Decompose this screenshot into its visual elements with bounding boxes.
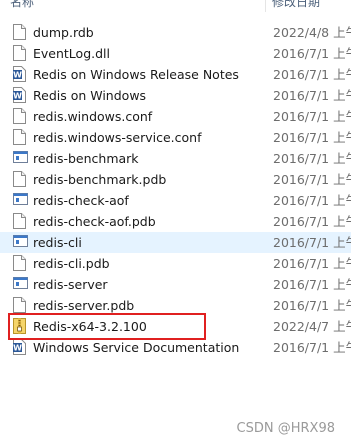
file-row[interactable]: redis-server 2016/7/1 上午 — [0, 274, 351, 295]
file-modified-date: 2016/7/1 上午 — [273, 109, 351, 124]
file-name: EventLog.dll — [33, 46, 110, 61]
file-icon — [13, 108, 26, 124]
file-modified-date: 2016/7/1 上午 — [273, 340, 351, 355]
file-row[interactable]: redis-benchmark 2016/7/1 上午 — [0, 148, 351, 169]
file-name: redis-server.pdb — [33, 298, 135, 313]
svg-text:W: W — [13, 344, 22, 353]
svg-text:W: W — [13, 71, 22, 80]
file-modified-date: 2016/7/1 上午 — [273, 130, 351, 145]
file-modified-date: 2016/7/1 上午 — [273, 214, 351, 229]
column-header: 名称 修改日期 — [0, 0, 351, 12]
file-name: redis-check-aof.pdb — [33, 214, 156, 229]
application-icon — [13, 276, 28, 292]
file-modified-date: 2016/7/1 上午 — [273, 256, 351, 271]
file-icon — [13, 129, 26, 145]
file-modified-date: 2016/7/1 上午 — [273, 151, 351, 166]
file-modified-date: 2016/7/1 上午 — [273, 277, 351, 292]
file-name: redis-benchmark.pdb — [33, 172, 167, 187]
file-row[interactable]: redis-benchmark.pdb 2016/7/1 上午 — [0, 169, 351, 190]
word-document-icon: W — [13, 66, 26, 82]
file-row[interactable]: redis-server.pdb 2016/7/1 上午 — [0, 295, 351, 316]
file-name: dump.rdb — [33, 25, 94, 40]
file-row[interactable]: redis-cli 2016/7/1 上午 — [0, 232, 351, 253]
file-icon — [13, 255, 26, 271]
file-name: redis-server — [33, 277, 108, 292]
file-name: redis-check-aof — [33, 193, 129, 208]
svg-text:W: W — [13, 92, 22, 101]
file-modified-date: 2016/7/1 上午 — [273, 235, 351, 250]
file-row[interactable]: redis.windows.conf 2016/7/1 上午 — [0, 106, 351, 127]
file-modified-date: 2016/7/1 上午 — [273, 193, 351, 208]
file-modified-date: 2016/7/1 上午 — [273, 88, 351, 103]
file-row[interactable]: redis-check-aof 2016/7/1 上午 — [0, 190, 351, 211]
file-modified-date: 2016/7/1 上午 — [273, 298, 351, 313]
file-icon — [13, 45, 26, 61]
file-modified-date: 2016/7/1 上午 — [273, 172, 351, 187]
file-icon — [13, 213, 26, 229]
file-name: Windows Service Documentation — [33, 340, 240, 355]
word-document-icon: W — [13, 87, 26, 103]
file-name: redis-cli — [33, 235, 82, 250]
column-header-date[interactable]: 修改日期 — [272, 0, 320, 10]
file-name: redis.windows-service.conf — [33, 130, 202, 145]
column-header-name[interactable]: 名称 — [10, 0, 34, 10]
column-divider[interactable] — [265, 0, 266, 12]
file-modified-date: 2016/7/1 上午 — [273, 46, 351, 61]
application-icon — [13, 234, 28, 250]
file-modified-date: 2016/7/1 上午 — [273, 67, 351, 82]
zip-archive-icon — [13, 318, 26, 334]
file-row[interactable]: Redis-x64-3.2.100 2022/4/7 上午 — [0, 316, 351, 337]
file-row[interactable]: redis.windows-service.conf 2016/7/1 上午 — [0, 127, 351, 148]
file-name: redis-benchmark — [33, 151, 139, 166]
file-name: redis-cli.pdb — [33, 256, 110, 271]
file-icon — [13, 24, 26, 40]
file-list: dump.rdb 2022/4/8 上午1 EventLog.dll 2016/7/1… — [0, 22, 351, 358]
file-explorer: 名称 修改日期 dump.rdb 2022/4/8 上午1 EventLog.dll… — [0, 0, 351, 446]
word-document-icon: W — [13, 339, 26, 355]
file-modified-date: 2022/4/8 上午1 — [273, 25, 351, 40]
application-icon — [13, 192, 28, 208]
file-name: Redis on Windows — [33, 88, 147, 103]
file-icon — [13, 297, 26, 313]
watermark: CSDN @HRX98 — [236, 421, 335, 436]
file-row[interactable]: dump.rdb 2022/4/8 上午1 — [0, 22, 351, 43]
file-name: redis.windows.conf — [33, 109, 153, 124]
file-row[interactable]: EventLog.dll 2016/7/1 上午 — [0, 43, 351, 64]
file-icon — [13, 171, 26, 187]
file-row[interactable]: W Windows Service Documentation 2016/7/1 上… — [0, 337, 351, 358]
file-row[interactable]: W Redis on Windows 2016/7/1 上午 — [0, 85, 351, 106]
file-name: Redis-x64-3.2.100 — [33, 319, 147, 334]
file-modified-date: 2022/4/7 上午 — [273, 319, 351, 334]
file-row[interactable]: W Redis on Windows Release Notes 2016/7/1 … — [0, 64, 351, 85]
file-name: Redis on Windows Release Notes — [33, 67, 239, 82]
file-row[interactable]: redis-check-aof.pdb 2016/7/1 上午 — [0, 211, 351, 232]
file-row[interactable]: redis-cli.pdb 2016/7/1 上午 — [0, 253, 351, 274]
application-icon — [13, 150, 28, 166]
